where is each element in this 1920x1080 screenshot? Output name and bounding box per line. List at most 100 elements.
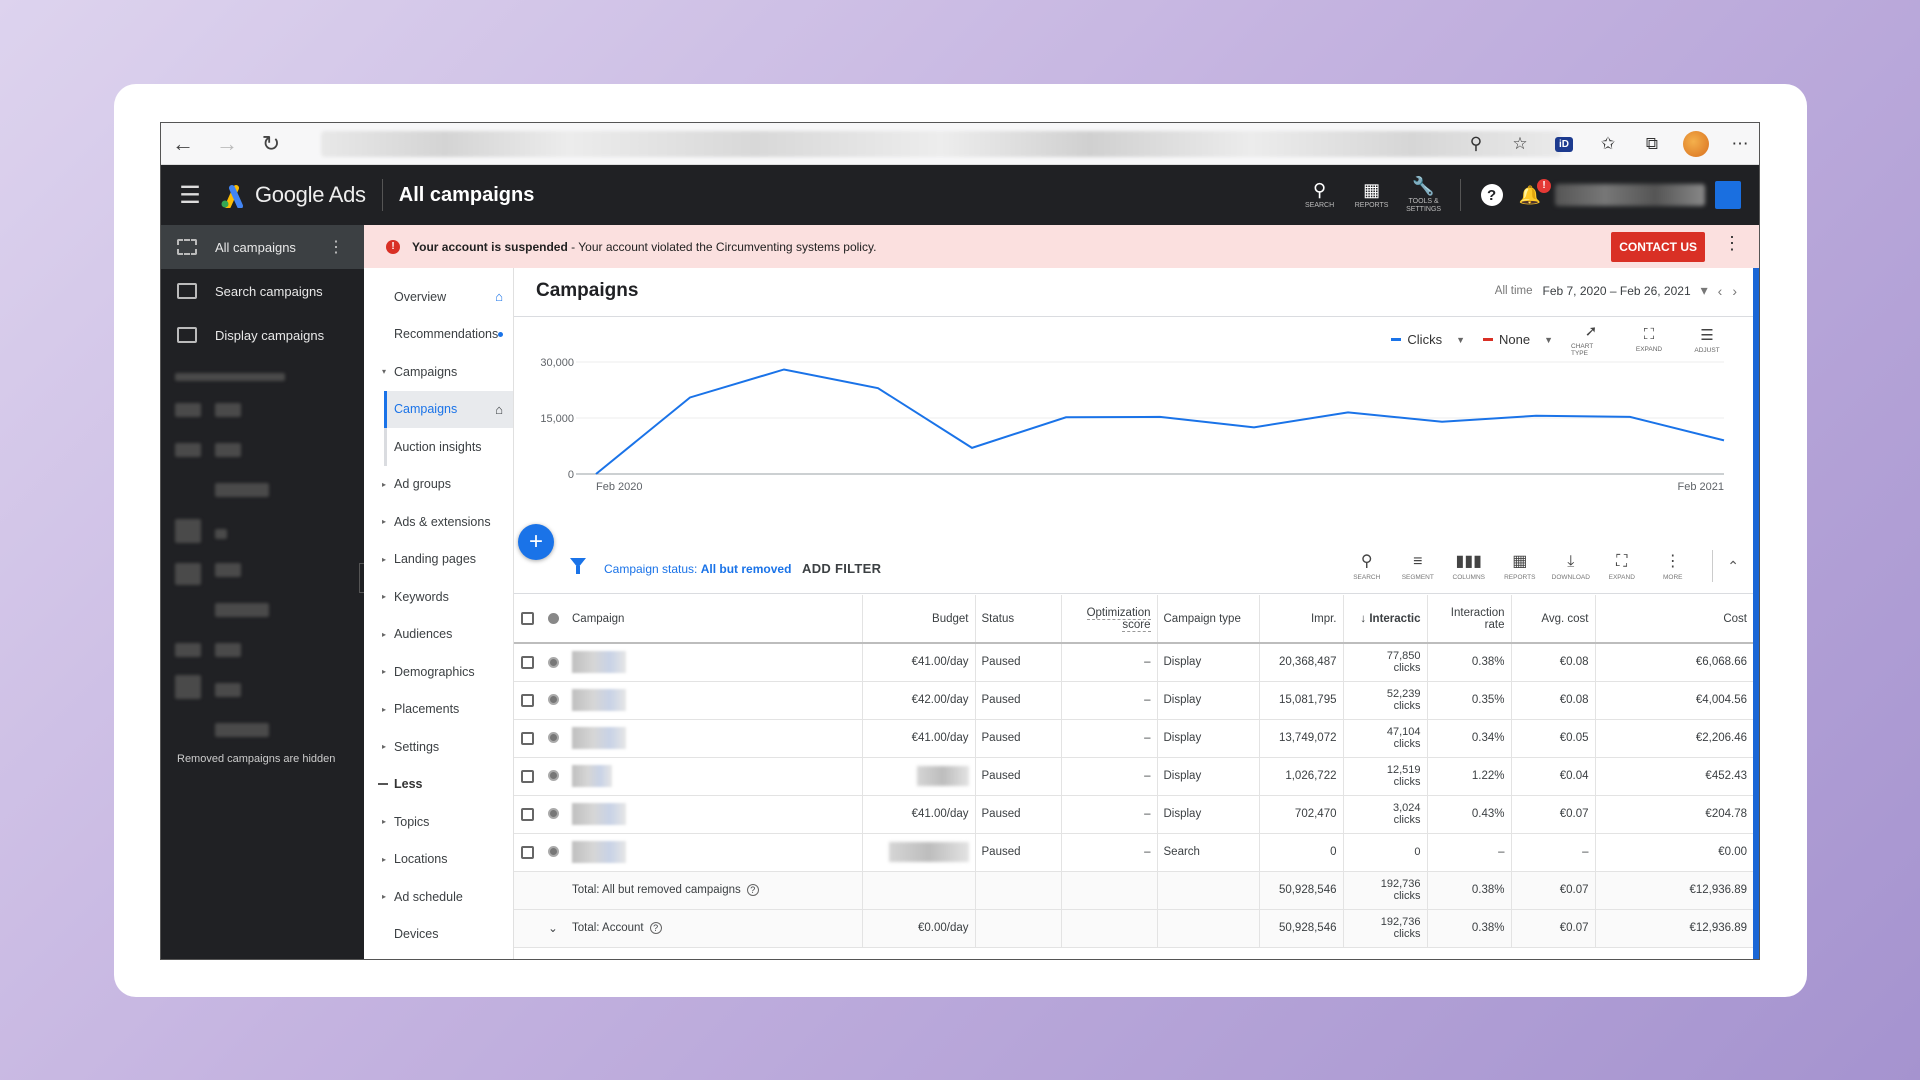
row-checkbox[interactable] [520,731,534,745]
chart-expand-button[interactable]: ⛶ EXPAND [1629,326,1669,353]
paused-status-icon[interactable] [547,656,559,668]
nav-topics[interactable]: ▸ Topics [364,803,513,841]
col-status[interactable]: Status [975,595,1062,644]
menu-icon[interactable]: ☰ [161,181,219,210]
nav-campaigns[interactable]: Campaigns ⌂ [384,390,513,428]
table-columns-button[interactable]: ▮▮▮ COLUMNS [1443,552,1494,581]
reload-icon[interactable]: ↻ [249,123,293,165]
account-info[interactable] [1555,184,1705,206]
next-period-chevron-icon[interactable]: › [1732,283,1737,299]
row-checkbox[interactable] [520,693,534,707]
filter-icon[interactable] [570,558,586,574]
table-more-button[interactable]: ⋮ MORE [1647,552,1698,581]
campaign-name-cell[interactable] [566,643,863,682]
more-vert-icon[interactable]: ⋮ [328,237,344,257]
search-tool-button[interactable]: ⚲ SEARCH [1294,180,1346,210]
nav-keywords[interactable]: ▸ Keywords [364,578,513,616]
nav-locations[interactable]: ▸ Locations [364,841,513,879]
nav-placements[interactable]: ▸ Placements [364,691,513,729]
row-checkbox[interactable] [520,769,534,783]
metric-clicks-select[interactable]: Clicks ▼ [1391,332,1465,347]
nav-overview[interactable]: Overview ⌂ [364,278,513,316]
add-campaign-button[interactable]: + [518,524,554,560]
sidebar-item-all-campaigns[interactable]: All campaigns ⋮ [161,225,364,269]
collapse-chevron-up-icon[interactable]: ⌃ [1727,558,1739,575]
campaign-name-cell[interactable] [566,681,863,720]
profile-avatar[interactable] [1683,131,1709,157]
nav-devices[interactable]: Devices [364,916,513,954]
chevron-down-icon[interactable]: ⌄ [548,923,558,935]
back-arrow-icon[interactable]: ← [161,123,205,165]
campaign-name-cell[interactable] [566,719,863,758]
address-bar[interactable] [321,131,1561,157]
col-avg-cost[interactable]: Avg. cost [1511,595,1596,644]
favorites-icon[interactable]: ✩ [1595,131,1621,157]
col-impr[interactable]: Impr. [1259,595,1344,644]
col-interactions[interactable]: ↓ Interactic [1343,595,1428,644]
id-extension-icon[interactable]: iD [1551,131,1577,157]
collections-icon[interactable]: ⧉ [1639,131,1665,157]
date-range-picker[interactable]: All time Feb 7, 2020 – Feb 26, 2021 ▾ ‹ … [1495,282,1737,299]
campaign-status-filter[interactable]: Campaign status: All but removed [604,562,791,576]
forward-arrow-icon[interactable]: → [205,123,249,165]
table-row[interactable]: €41.00/day Paused – Display 20,368,487 7… [514,643,1753,682]
nav-ad-groups[interactable]: ▸ Ad groups [364,466,513,504]
paused-status-icon[interactable] [547,732,559,744]
paused-status-icon[interactable] [547,694,559,706]
add-filter-button[interactable]: ADD FILTER [802,561,881,576]
banner-more-icon[interactable]: ⋮ [1723,233,1741,254]
notifications-bell-icon[interactable]: 🔔! [1519,178,1551,206]
col-optimization-score[interactable]: Optimization score [1061,595,1158,644]
contact-us-button[interactable]: CONTACT US [1611,232,1705,262]
nav-settings[interactable]: ▸ Settings [364,728,513,766]
google-ads-logo[interactable]: Google Ads [219,182,366,208]
row-checkbox[interactable] [520,655,534,669]
nav-audiences[interactable]: ▸ Audiences [364,616,513,654]
help-circle-icon[interactable]: ? [746,884,759,896]
table-reports-button[interactable]: ▦ REPORTS [1494,552,1545,581]
col-campaign-type[interactable]: Campaign type [1157,595,1260,644]
tools-settings-button[interactable]: 🔧 TOOLS & SETTINGS [1398,176,1450,214]
nav-landing-pages[interactable]: ▸ Landing pages [364,541,513,579]
table-row[interactable]: Paused – Search 0 0 – – €0.00 [514,833,1753,872]
nav-campaigns-group[interactable]: ▾ Campaigns [364,353,513,391]
nav-ads-extensions[interactable]: ▸ Ads & extensions [364,503,513,541]
table-row[interactable]: €41.00/day Paused – Display 702,470 3,02… [514,795,1753,834]
col-budget[interactable]: Budget [862,595,976,644]
help-icon[interactable]: ? [1480,184,1503,206]
reports-tool-button[interactable]: ▦ REPORTS [1346,180,1398,210]
scrollbar[interactable] [1753,268,1759,959]
paused-status-icon[interactable] [547,808,559,820]
table-row[interactable]: Paused – Display 1,026,722 12,519 clicks … [514,757,1753,796]
table-download-button[interactable]: ⤓ DOWNLOAD [1545,552,1596,581]
metric-none-select[interactable]: None ▼ [1483,332,1553,347]
paused-status-icon[interactable] [547,770,559,782]
sidebar-item-display-campaigns[interactable]: Display campaigns [161,313,364,357]
zoom-icon[interactable]: ⚲ [1463,131,1489,157]
row-checkbox[interactable] [520,845,534,859]
campaign-name-cell[interactable] [566,833,863,872]
nav-demographics[interactable]: ▸ Demographics [364,653,513,691]
table-row[interactable]: €41.00/day Paused – Display 13,749,072 4… [514,719,1753,758]
paused-status-icon[interactable] [547,846,559,858]
table-search-button[interactable]: ⚲ SEARCH [1341,552,1392,581]
more-icon[interactable]: ⋯ [1727,131,1753,157]
dropdown-arrow-icon[interactable]: ▾ [1701,282,1708,299]
nav-recommendations[interactable]: Recommendations [364,316,513,354]
campaign-name-cell[interactable] [566,795,863,834]
favorite-add-icon[interactable]: ☆ [1507,131,1533,157]
campaign-name-cell[interactable] [566,757,863,796]
col-interaction-rate[interactable]: Interaction rate [1427,595,1512,644]
nav-less-toggle[interactable]: Less [364,766,513,804]
nav-ad-schedule[interactable]: ▸ Ad schedule [364,878,513,916]
table-row[interactable]: €42.00/day Paused – Display 15,081,795 5… [514,681,1753,720]
table-segment-button[interactable]: ≡ SEGMENT [1392,552,1443,581]
prev-period-chevron-icon[interactable]: ‹ [1718,283,1723,299]
table-expand-button[interactable]: ⛶ EXPAND [1596,552,1647,581]
select-all-checkbox[interactable] [520,612,534,625]
row-checkbox[interactable] [520,807,534,821]
sidebar-item-search-campaigns[interactable]: Search campaigns [161,269,364,313]
col-cost[interactable]: Cost [1595,595,1753,644]
col-campaign[interactable]: Campaign [566,595,863,644]
help-circle-icon[interactable]: ? [649,922,662,934]
